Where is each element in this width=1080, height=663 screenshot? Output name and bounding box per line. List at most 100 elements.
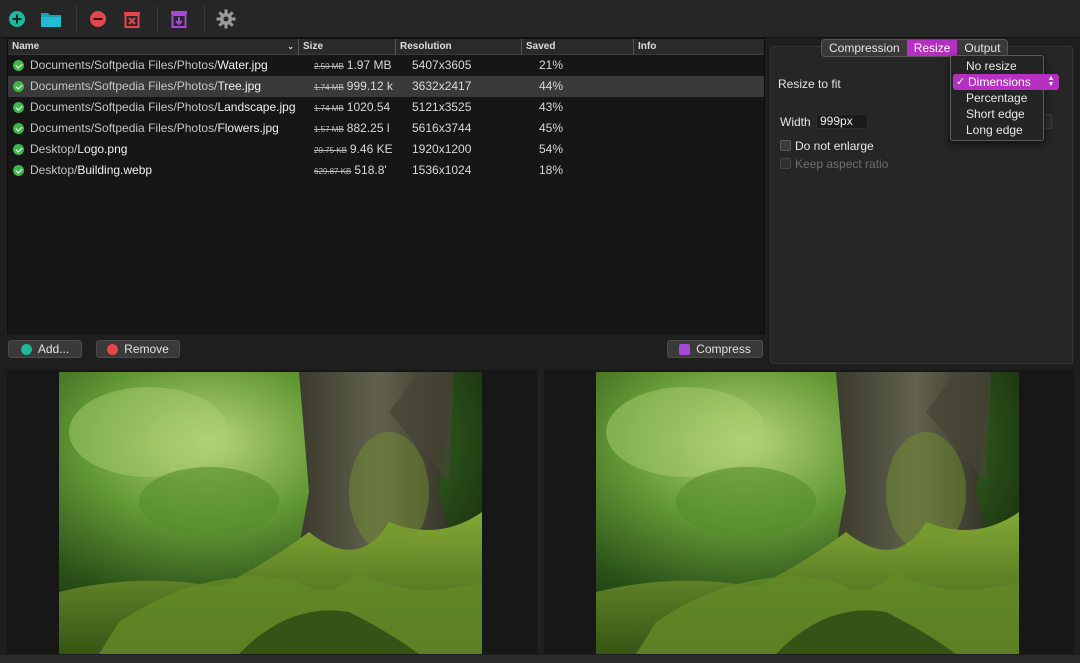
file-directory: Documents/Softpedia Files/Photos/ (30, 100, 218, 114)
settings-button[interactable] (211, 4, 241, 34)
file-name: Tree.jpg (217, 79, 262, 93)
saved-cell: 54% (539, 142, 564, 156)
toolbar-separator (76, 5, 77, 32)
file-name-cell: Desktop/Building.webp (30, 160, 300, 181)
saved-cell: 43% (539, 100, 564, 114)
column-header-name[interactable]: Name ⌄ (8, 39, 298, 55)
compressed-preview-pane (544, 370, 1074, 654)
remove-button[interactable]: Remove (96, 340, 180, 358)
open-folder-button[interactable] (36, 4, 66, 34)
do-not-enlarge-checkbox[interactable] (780, 140, 791, 151)
menu-item-short-edge[interactable]: Short edge (951, 106, 1043, 122)
original-size: 20.75 KB (314, 146, 347, 155)
table-header: Name ⌄ Size Resolution Saved Info (8, 39, 764, 55)
file-name: Logo.png (77, 142, 128, 156)
original-size: 1.74 MB (314, 104, 344, 113)
file-directory: Documents/Softpedia Files/Photos/ (30, 121, 218, 135)
table-body: Documents/Softpedia Files/Photos/Water.j… (8, 55, 764, 181)
success-check-icon (13, 123, 24, 134)
original-size: 1.74 MB (314, 83, 344, 92)
table-row[interactable]: Documents/Softpedia Files/Photos/Tree.jp… (8, 76, 764, 97)
success-check-icon (13, 60, 24, 71)
column-header-resolution[interactable]: Resolution (395, 39, 521, 55)
file-name-cell: Documents/Softpedia Files/Photos/Tree.jp… (30, 76, 300, 97)
resolution-cell: 5407x3605 (412, 58, 472, 72)
file-name: Building.webp (77, 163, 153, 177)
menu-item-percentage[interactable]: Percentage (951, 90, 1043, 106)
remove-file-button[interactable] (83, 4, 113, 34)
size-cell: 1.74 MB 999.12 k (314, 76, 396, 97)
table-row[interactable]: Documents/Softpedia Files/Photos/Flowers… (8, 118, 764, 139)
clear-list-button[interactable] (117, 4, 147, 34)
file-directory: Documents/Softpedia Files/Photos/ (30, 79, 218, 93)
success-check-icon (13, 102, 24, 113)
clear-icon (124, 11, 140, 28)
size-cell: 20.75 KB 9.46 KE (314, 139, 396, 160)
compress-button[interactable]: Compress (667, 340, 763, 358)
add-button[interactable]: Add... (8, 340, 82, 358)
resize-mode-menu[interactable]: No resize ✓ Dimensions ▲ ▼ Percentage Sho… (950, 55, 1059, 141)
file-directory: Desktop/ (30, 142, 78, 156)
up-down-arrows-icon: ▲ ▼ (1047, 75, 1055, 88)
table-row[interactable]: Documents/Softpedia Files/Photos/Landsca… (8, 97, 764, 118)
column-header-size[interactable]: Size (298, 39, 395, 55)
file-name-cell: Documents/Softpedia Files/Photos/Landsca… (30, 97, 300, 118)
toolbar-separator (157, 5, 158, 32)
menu-item-dimensions[interactable]: ✓ Dimensions ▲ ▼ (953, 74, 1059, 90)
menu-item-no-resize[interactable]: No resize (951, 58, 1043, 74)
compress-toolbar-button[interactable] (164, 4, 194, 34)
table-row[interactable]: Documents/Softpedia Files/Photos/Water.j… (8, 55, 764, 76)
resize-to-fit-label: Resize to fit (778, 77, 841, 91)
column-header-saved[interactable]: Saved (521, 39, 633, 55)
add-files-button[interactable] (2, 4, 32, 34)
compressed-size: 1020.54 (346, 100, 391, 114)
file-name-cell: Documents/Softpedia Files/Photos/Water.j… (30, 55, 300, 76)
add-icon (9, 10, 25, 27)
compressed-image (596, 372, 1019, 654)
resolution-cell: 5616x3744 (412, 121, 472, 135)
tab-resize[interactable]: Resize (906, 40, 958, 56)
size-cell: 1.74 MB 1020.54 (314, 97, 396, 118)
preview-split-handle[interactable] (538, 366, 542, 656)
toolbar (0, 0, 1080, 38)
file-directory: Documents/Softpedia Files/Photos/ (30, 58, 218, 72)
gear-icon (216, 9, 236, 28)
resolution-cell: 1536x1024 (412, 163, 472, 177)
open-folder-icon (41, 12, 61, 27)
success-check-icon (13, 81, 24, 92)
compressed-size: 518.8' (354, 163, 387, 177)
sort-chevron-icon: ⌄ (287, 42, 294, 51)
size-cell: 2.50 MB 1.97 MB (314, 55, 396, 76)
remove-icon (90, 10, 106, 27)
size-cell: 629.87 KB 518.8' (314, 160, 396, 181)
resolution-cell: 5121x3525 (412, 100, 472, 114)
compressed-size: 9.46 KE (349, 142, 393, 156)
width-stepper[interactable] (1044, 114, 1052, 129)
table-row[interactable]: Desktop/Building.webp 629.87 KB 518.8' 1536… (8, 160, 764, 181)
column-header-info[interactable]: Info (633, 39, 759, 55)
saved-cell: 44% (539, 79, 564, 93)
original-size: 2.50 MB (314, 62, 344, 71)
file-name-cell: Desktop/Logo.png (30, 139, 300, 160)
tab-output[interactable]: Output (957, 40, 1007, 56)
file-name-cell: Documents/Softpedia Files/Photos/Flowers… (30, 118, 300, 139)
keep-aspect-ratio-checkbox[interactable] (780, 158, 791, 169)
forest-tree-photo (59, 372, 482, 654)
file-directory: Desktop/ (30, 163, 78, 177)
success-check-icon (13, 165, 24, 176)
do-not-enlarge-label: Do not enlarge (795, 139, 874, 153)
resolution-cell: 3632x2417 (412, 79, 472, 93)
menu-item-long-edge[interactable]: Long edge (951, 122, 1043, 138)
original-size: 1.57 MB (314, 125, 344, 134)
tab-compression[interactable]: Compression (822, 40, 907, 56)
toolbar-separator (204, 5, 205, 32)
compressed-size: 1.97 MB (346, 58, 392, 72)
compressed-size: 999.12 k (346, 79, 393, 93)
file-list[interactable]: Name ⌄ Size Resolution Saved Info Documen… (7, 38, 765, 334)
table-row[interactable]: Desktop/Logo.png 20.75 KB 9.46 KE 1920x1200… (8, 139, 764, 160)
original-image (59, 372, 482, 654)
keep-aspect-ratio-label: Keep aspect ratio (795, 157, 889, 171)
width-input[interactable]: 999px (816, 114, 868, 129)
resolution-cell: 1920x1200 (412, 142, 472, 156)
status-bar (0, 655, 1080, 663)
